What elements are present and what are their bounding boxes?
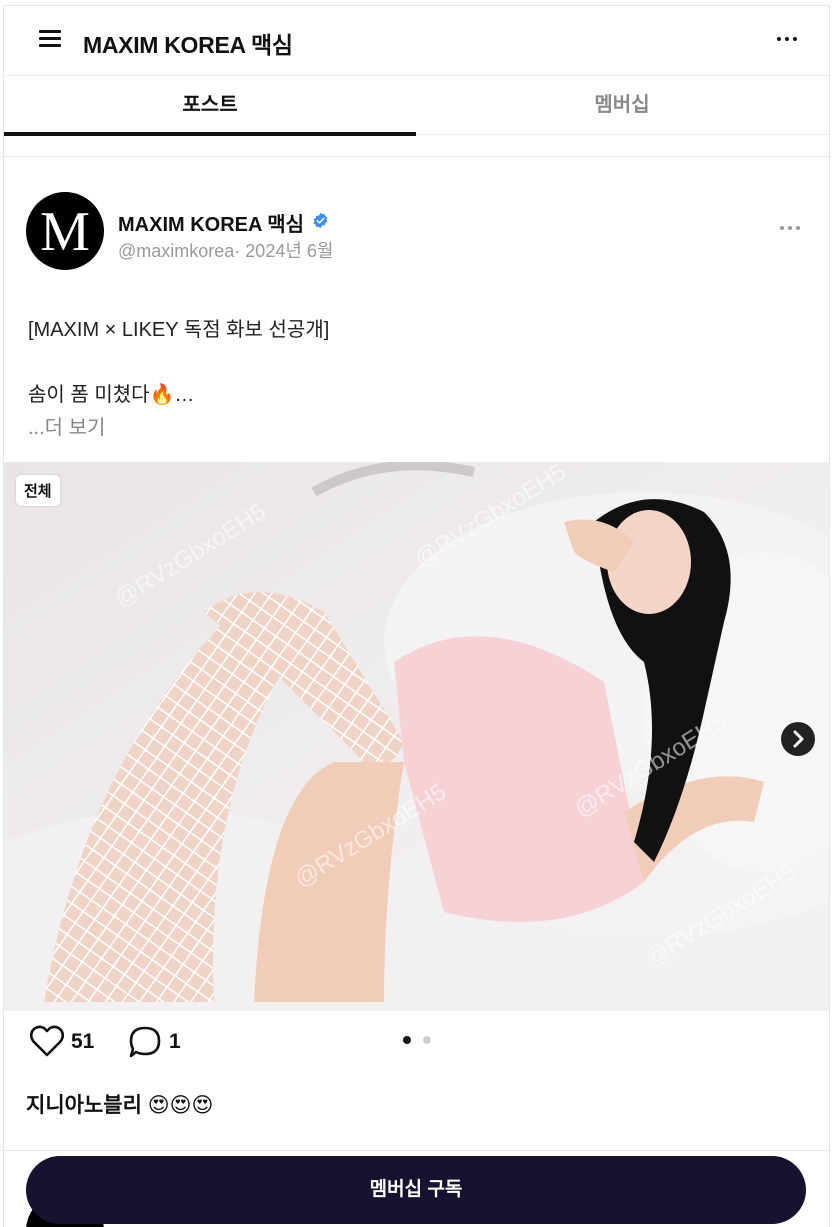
meta-separator: · — [234, 241, 246, 261]
carousel-dot[interactable] — [423, 1036, 431, 1044]
tab-bar: 포스트 멤버십 — [4, 75, 829, 136]
divider — [4, 156, 829, 157]
carousel-dot-active[interactable] — [403, 1036, 411, 1044]
tab-posts[interactable]: 포스트 — [4, 76, 416, 134]
page-title: MAXIM KOREA 맥심 — [83, 32, 293, 58]
audience-badge: 전체 — [16, 475, 60, 506]
tab-posts-label: 포스트 — [182, 94, 238, 116]
heart-icon[interactable] — [29, 1024, 65, 1058]
see-more-link[interactable]: ...더 보기 — [28, 411, 105, 440]
post-text-line-2: 솜이 폼 미쳤다🔥… — [28, 384, 195, 406]
post-image[interactable]: @RVzGbxoEH5 @RVzGbxoEH5 @RVzGbxoEH5 @RVz… — [4, 462, 829, 1011]
tab-membership-label: 멤버십 — [594, 94, 650, 116]
chevron-right-icon[interactable] — [781, 722, 815, 756]
top-header: MAXIM KOREA 맥심 — [4, 6, 829, 76]
author-name[interactable]: MAXIM KOREA 맥심 — [118, 208, 304, 237]
like-count: 51 — [71, 1030, 95, 1053]
divider — [4, 1150, 829, 1151]
post-date: 2024년 6월 — [245, 241, 334, 261]
verified-badge-icon — [313, 212, 328, 229]
more-horizontal-icon[interactable] — [774, 28, 804, 50]
tab-membership[interactable]: 멤버십 — [416, 76, 828, 134]
post-caption: 지니아노블리 😍😍😍 — [26, 1094, 214, 1117]
post-text-line-1: [MAXIM × LIKEY 독점 화보 선공개] — [28, 319, 330, 341]
comment-icon[interactable] — [128, 1025, 162, 1059]
active-tab-indicator — [4, 132, 416, 136]
author-handle[interactable]: @maximkorea — [118, 241, 234, 261]
subscribe-membership-button[interactable]: 멤버십 구독 — [26, 1156, 806, 1224]
post-more-icon[interactable] — [777, 217, 807, 239]
comment-count: 1 — [169, 1030, 181, 1053]
author-meta: @maximkorea· 2024년 6월 — [118, 237, 333, 263]
app-frame: MAXIM KOREA 맥심 포스트 멤버십 M MAXIM KOREA 맥심 … — [3, 5, 830, 1227]
hamburger-menu-icon[interactable] — [39, 30, 63, 48]
author-avatar[interactable]: M — [26, 192, 104, 270]
